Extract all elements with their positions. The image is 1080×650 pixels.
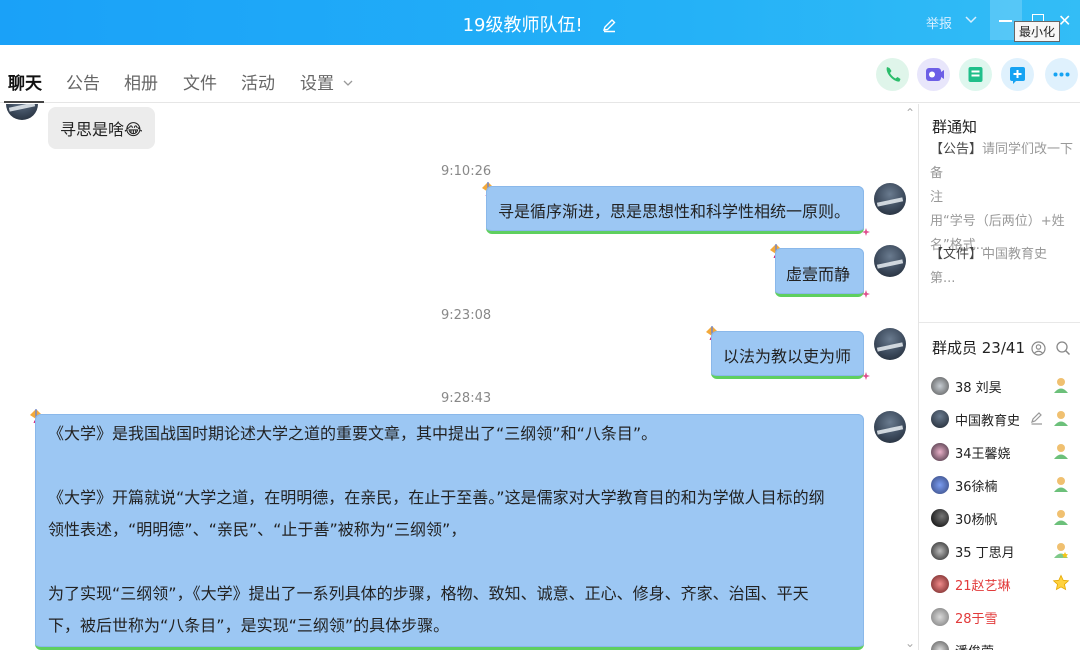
member-badge-icon	[1054, 477, 1068, 492]
group-sidebar: 群通知 【公告】请同学们改一下备 注 用“学号（后两位）+姓 名”格式... 【…	[919, 104, 1080, 650]
member-name: 中国教育史	[955, 414, 1019, 429]
message-text: 寻是循序渐进，思是思想性和科学性相统一原则。	[498, 202, 851, 221]
avatar[interactable]	[6, 104, 38, 120]
more-icon[interactable]	[1045, 58, 1078, 91]
notice-tag: 【公告】	[930, 142, 983, 157]
sparkle-icon	[862, 372, 870, 380]
message-bubble: 虚壹而静	[775, 248, 864, 297]
member-item[interactable]: 36徐楠	[931, 474, 1071, 496]
avatar	[931, 410, 949, 428]
message-paragraph: 《大学》开篇就说“大学之道，在明明德，在亲民，在止于至善。”这是儒家对大学教育目…	[48, 488, 825, 507]
member-name: 潘俊萱	[955, 641, 994, 650]
message-bubble: 《大学》是我国战国时期论述大学之道的重要文章，其中提出了“三纲领”和“八条目”。…	[35, 414, 864, 650]
avatar	[931, 509, 949, 527]
message-paragraph: 下，被后世称为“八条目”，是实现“三纲领”的具体步骤。	[48, 616, 450, 635]
sidebar-divider	[919, 322, 1080, 323]
member-item[interactable]: 38 刘昊	[931, 375, 1071, 397]
window-title: 19级教师队伍!	[0, 11, 1080, 38]
scroll-up-icon[interactable]: ⌃	[905, 106, 915, 120]
message-text: 虚壹而静	[786, 265, 851, 284]
member-name: 28于雪	[955, 612, 998, 627]
group-notice-announcement[interactable]: 【公告】请同学们改一下备 注 用“学号（后两位）+姓 名”格式...	[930, 138, 1075, 258]
message-paragraph: 领性表述，“明明德”、“亲民”、“止于善”被称为“三纲领”，	[48, 520, 467, 539]
add-app-icon[interactable]	[1001, 58, 1034, 91]
tab-bar: 聊天 公告 相册 文件 活动 设置	[0, 45, 1080, 103]
search-icon[interactable]	[1055, 340, 1071, 356]
member-item[interactable]: 中国教育史	[931, 408, 1071, 430]
member-item[interactable]: 潘俊萱	[931, 639, 1071, 650]
star-icon	[1052, 574, 1070, 591]
member-badge-icon	[1054, 543, 1068, 558]
member-name: 36徐楠	[955, 480, 998, 495]
message-bubble: 寻是循序渐进，思是思想性和科学性相统一原则。	[486, 186, 864, 234]
member-name: 38 刘昊	[955, 381, 1002, 396]
edit-pencil-icon[interactable]	[602, 17, 617, 38]
member-item[interactable]: 35 丁思月	[931, 540, 1071, 562]
member-item[interactable]: 28于雪	[931, 606, 1071, 628]
member-badge-icon	[1054, 444, 1068, 459]
title-bar: 19级教师队伍! 举报 ✕	[0, 0, 1080, 45]
minimize-tooltip: 最小化	[1014, 21, 1061, 42]
tab-settings-label: 设置	[300, 74, 334, 94]
tab-settings[interactable]: 设置	[300, 69, 353, 94]
notice-tag: 【文件】	[930, 247, 983, 262]
member-badge-icon	[1054, 510, 1068, 525]
member-item[interactable]: 21赵艺琳	[931, 573, 1071, 595]
group-notice-file[interactable]: 【文件】中国教育史 第...	[930, 243, 1075, 291]
group-notice-title: 群通知	[932, 118, 978, 136]
message-paragraph: 《大学》是我国战国时期论述大学之道的重要文章，其中提出了“三纲领”和“八条目”。	[48, 424, 658, 443]
classroom-icon[interactable]	[959, 58, 992, 91]
message-timestamp: 9:23:08	[441, 308, 492, 323]
phone-icon[interactable]	[876, 58, 909, 91]
avatar	[931, 575, 949, 593]
member-name: 35 丁思月	[955, 546, 1015, 561]
message-timestamp: 9:10:26	[441, 164, 492, 179]
tab-announcement[interactable]: 公告	[66, 69, 100, 94]
member-item[interactable]: 34王馨娆	[931, 441, 1071, 463]
avatar	[931, 377, 949, 395]
avatar[interactable]	[874, 245, 906, 277]
sparkle-icon	[862, 290, 870, 298]
notice-text: 用“学号（后两位）+姓	[930, 214, 1065, 229]
avatar	[931, 641, 949, 650]
active-tab-indicator	[4, 101, 44, 103]
chat-message-area[interactable]: 寻思是啥😂 ⌃ 9:10:26 寻是循序渐进，思是思想性和科学性相统一原则。 虚…	[0, 104, 918, 650]
tab-files[interactable]: 文件	[183, 69, 217, 94]
tab-album[interactable]: 相册	[124, 69, 158, 94]
avatar	[931, 608, 949, 626]
avatar[interactable]	[874, 183, 906, 215]
sparkle-icon	[862, 228, 870, 236]
message-bubble: 寻思是啥😂	[48, 107, 155, 149]
message-paragraph: 为了实现“三纲领”，《大学》提出了一系列具体的步骤，格物、致知、诚意、正心、修身…	[48, 584, 809, 603]
message-text: 以法为教以吏为师	[723, 347, 852, 366]
member-item[interactable]: 30杨帆	[931, 507, 1071, 529]
member-list-title: 群成员 23/41	[932, 339, 1025, 357]
video-call-icon[interactable]	[917, 58, 950, 91]
chevron-down-icon	[343, 80, 353, 86]
member-name: 34王馨娆	[955, 447, 1011, 462]
avatar	[931, 476, 949, 494]
group-name: 19级教师队伍!	[462, 15, 583, 36]
notice-text: 注	[930, 190, 944, 205]
report-button[interactable]: 举报	[926, 13, 952, 32]
member-settings-icon[interactable]	[1030, 340, 1047, 357]
scroll-down-icon[interactable]: ⌄	[905, 636, 915, 650]
message-bubble: 以法为教以吏为师	[711, 331, 864, 379]
avatar[interactable]	[874, 328, 906, 360]
member-badge-icon	[1054, 378, 1068, 393]
avatar	[931, 443, 949, 461]
member-name: 21赵艺琳	[955, 579, 1011, 594]
avatar[interactable]	[874, 411, 906, 443]
member-name: 30杨帆	[955, 513, 998, 528]
chevron-down-icon[interactable]	[964, 12, 978, 31]
edit-pencil-icon[interactable]	[1029, 410, 1045, 426]
member-badge-icon	[1054, 411, 1068, 426]
tab-activity[interactable]: 活动	[241, 69, 275, 94]
message-timestamp: 9:28:43	[441, 391, 492, 406]
avatar	[931, 542, 949, 560]
tab-chat[interactable]: 聊天	[8, 69, 42, 94]
